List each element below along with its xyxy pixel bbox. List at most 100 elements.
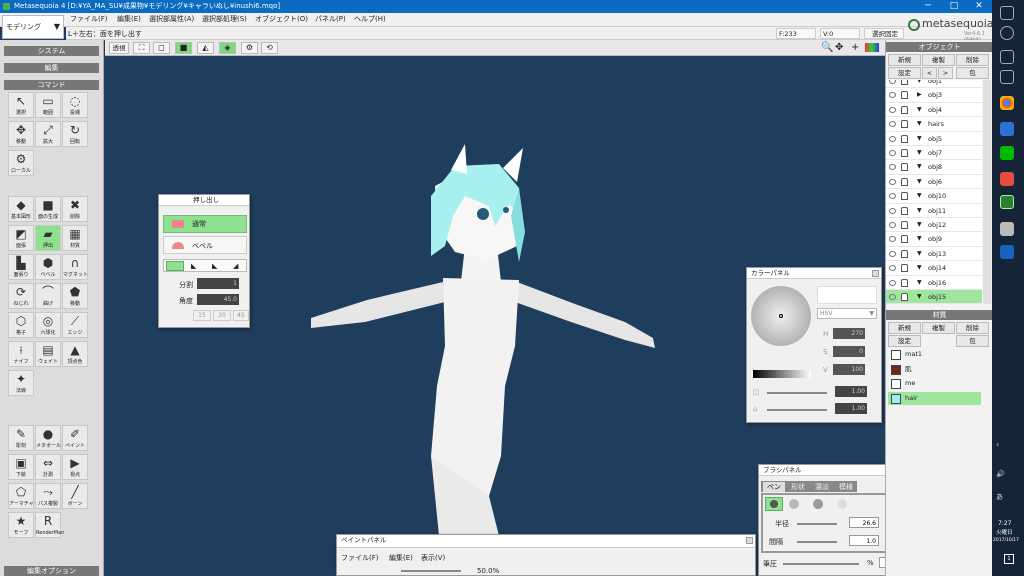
paint-menu-edit[interactable]: 編集(E)	[389, 553, 413, 563]
lock-icon[interactable]	[901, 264, 908, 273]
close-icon[interactable]	[872, 270, 879, 277]
expand-arrow-icon[interactable]: ▼	[917, 175, 922, 189]
tab-pen[interactable]: ペン	[763, 482, 785, 492]
object-row[interactable]: ▼ obj6	[886, 175, 982, 190]
radius-slider[interactable]	[797, 523, 837, 525]
visibility-eye-icon[interactable]	[889, 193, 896, 200]
spacing-slider[interactable]	[797, 541, 837, 543]
tool-rect-select[interactable]: ▭ 範囲	[35, 92, 61, 118]
v-input[interactable]: 100	[833, 364, 865, 375]
texture-icon[interactable]: ◈	[219, 42, 236, 54]
app-icon[interactable]	[1000, 222, 1014, 236]
visibility-eye-icon[interactable]	[889, 236, 896, 243]
chevron-left-icon[interactable]: ‹	[996, 440, 999, 449]
lock-icon[interactable]	[901, 177, 908, 186]
emission-slider[interactable]	[767, 409, 827, 411]
object-row[interactable]: ▼ obj4	[886, 103, 982, 118]
object-scrollbar[interactable]	[983, 80, 991, 304]
object-row[interactable]: ▼ obj8	[886, 160, 982, 175]
command-header[interactable]: コマンド	[4, 80, 99, 90]
object-row[interactable]: ▼ obj9	[886, 232, 982, 247]
lock-icon[interactable]	[901, 91, 908, 100]
tool-edge[interactable]: ⟋ エッジ	[62, 312, 88, 338]
expand-arrow-icon[interactable]: ▶	[917, 88, 922, 102]
axis-icon[interactable]: +	[851, 42, 859, 54]
paint-menu-view[interactable]: 表示(V)	[421, 553, 445, 563]
tool-bend[interactable]: ⌒ 曲げ	[35, 283, 61, 309]
expand-arrow-icon[interactable]: ▼	[917, 261, 922, 275]
object-new-button[interactable]: 新規	[888, 54, 921, 66]
lock-icon[interactable]	[901, 120, 908, 129]
tool-cursor[interactable]: ↖ 選択	[8, 92, 34, 118]
visibility-eye-icon[interactable]	[889, 222, 896, 228]
angle-preset-45[interactable]: 45	[233, 310, 249, 321]
expand-arrow-icon[interactable]: ▼	[917, 189, 922, 203]
lock-icon[interactable]	[901, 192, 908, 201]
system-header[interactable]: システム	[4, 46, 99, 56]
lock-icon[interactable]	[901, 293, 908, 301]
material-row[interactable]: me	[888, 377, 981, 391]
explorer-icon[interactable]	[1000, 245, 1014, 259]
visibility-eye-icon[interactable]	[889, 207, 896, 214]
tool-bone[interactable]: ╱ ボーン	[62, 483, 88, 509]
menu-file[interactable]: ファイル(F)	[70, 14, 108, 24]
tool-path-dup[interactable]: ⤳ パス複製	[35, 483, 61, 509]
expand-arrow-icon[interactable]: ▼	[917, 80, 922, 88]
angle-input[interactable]: 45.0	[197, 294, 239, 305]
lock-icon[interactable]	[901, 105, 908, 114]
emission-input[interactable]: 1.00	[835, 403, 867, 414]
tool-vertex-color[interactable]: ▲ 頂点色	[62, 341, 88, 367]
maximize-button[interactable]: □	[941, 0, 967, 13]
tool-face-create[interactable]: ■ 面の生成	[35, 196, 61, 222]
object-row[interactable]: ▼ obj16	[886, 276, 982, 290]
color-icon[interactable]	[865, 43, 879, 52]
visibility-eye-icon[interactable]	[889, 92, 896, 99]
object-row[interactable]: ▼ obj11	[886, 204, 982, 218]
visibility-eye-icon[interactable]	[889, 150, 896, 156]
volume-icon[interactable]: 🔊	[996, 470, 1005, 478]
tool-scale[interactable]: ⤢ 拡大	[35, 121, 61, 147]
close-button[interactable]: ✕	[966, 0, 992, 13]
gear-icon[interactable]: ⚙	[241, 42, 258, 54]
expand-arrow-icon[interactable]: ▼	[917, 247, 922, 261]
tool-primitive[interactable]: ◆ 基本図形	[8, 196, 34, 222]
visibility-eye-icon[interactable]	[889, 279, 896, 286]
object-row[interactable]: ▶ obj3	[886, 88, 982, 103]
tool-bevel[interactable]: ⬢ ベベル	[35, 254, 61, 280]
tab-pattern[interactable]: 模様	[835, 482, 857, 492]
expand-arrow-icon[interactable]: ▼	[917, 276, 922, 290]
visibility-eye-icon[interactable]	[889, 164, 896, 171]
menu-help[interactable]: ヘルプ(H)	[354, 14, 386, 24]
tool-renderman[interactable]: R RenderMan	[35, 512, 64, 538]
tool-rotate[interactable]: ↻ 回転	[62, 121, 88, 147]
shape-square-icon[interactable]	[166, 261, 184, 271]
material-row[interactable]: 肌	[888, 363, 981, 377]
object-next-button[interactable]: >	[938, 67, 953, 79]
chrome-icon[interactable]	[1000, 96, 1014, 110]
object-row[interactable]: ▼ obj7	[886, 146, 982, 161]
object-row[interactable]: ▼ hairs	[886, 117, 982, 132]
tab-shape[interactable]: 形状	[787, 482, 809, 492]
tool-lasso[interactable]: ◌ 投縄	[62, 92, 88, 118]
tool-material[interactable]: ▦ 材質	[62, 225, 88, 251]
metasequoia-taskbar-icon[interactable]	[1000, 195, 1014, 209]
expand-arrow-icon[interactable]: ▼	[917, 290, 922, 304]
perspective-button[interactable]: 透視	[109, 42, 129, 54]
tool-camera[interactable]: ▶ 視点	[62, 454, 88, 480]
notification-icon[interactable]: 1	[1004, 554, 1014, 564]
visibility-eye-icon[interactable]	[889, 265, 896, 272]
reset-icon[interactable]: ⟲	[261, 42, 278, 54]
angle-preset-30[interactable]: 30	[213, 310, 231, 321]
tab-density[interactable]: 濃淡	[811, 482, 833, 492]
object-row[interactable]: ▼ obj15	[886, 290, 982, 304]
color-mode-select[interactable]: HSV ▼	[817, 308, 877, 319]
menu-process[interactable]: 選択部処理(S)	[202, 14, 247, 24]
tool-magnet[interactable]: ∩ マグネット	[62, 254, 88, 280]
alpha-slider[interactable]	[767, 392, 827, 394]
material-row[interactable]: mat1	[888, 348, 981, 362]
visibility-eye-icon[interactable]	[889, 106, 896, 113]
shape-round1-icon[interactable]: ◣	[191, 262, 196, 270]
edit-options-header[interactable]: 編集オプション	[4, 566, 99, 576]
tool-sphere[interactable]: ◎ 六球化	[35, 312, 61, 338]
object-delete-button[interactable]: 削除	[956, 54, 989, 66]
